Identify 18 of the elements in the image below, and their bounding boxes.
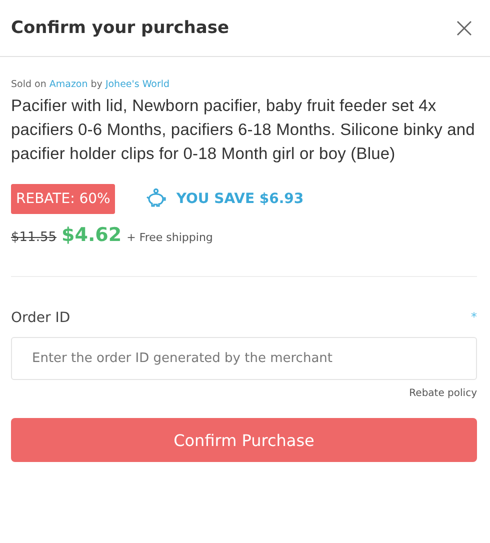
field-label: Order ID [11,310,70,326]
current-price: $4.62 [62,224,122,246]
rebate-badge: REBATE: 60% [11,184,116,214]
marketplace-link[interactable]: Amazon [49,79,88,90]
shipping-note: + Free shipping [126,231,213,244]
confirm-purchase-button[interactable]: Confirm Purchase [11,418,477,462]
close-button[interactable]: × [448,14,480,42]
piggy-bank-icon [145,188,168,210]
original-price: $11.55 [11,230,56,245]
sold-on-label: Sold on [11,79,46,90]
dialog-title: Confirm your purchase [11,18,229,38]
required-mark: * [471,310,477,326]
by-label: by [90,79,102,90]
seller-link[interactable]: Johee's World [105,79,170,90]
rebate-policy-link[interactable]: Rebate policy [409,388,477,399]
order-id-field[interactable]: Enter the order ID generated by the merchant [11,337,477,380]
savings-text: YOU SAVE $6.93 [176,191,304,207]
product-title: Pacifier with lid, Newborn pacifier, baby fruit feeder set 4x pacifiers 0-6 Months, pacifiers 6-18 Months. Silicone binky and pacifier holder clips for 0-18 Month girl or boy (Blue) [11,96,476,165]
